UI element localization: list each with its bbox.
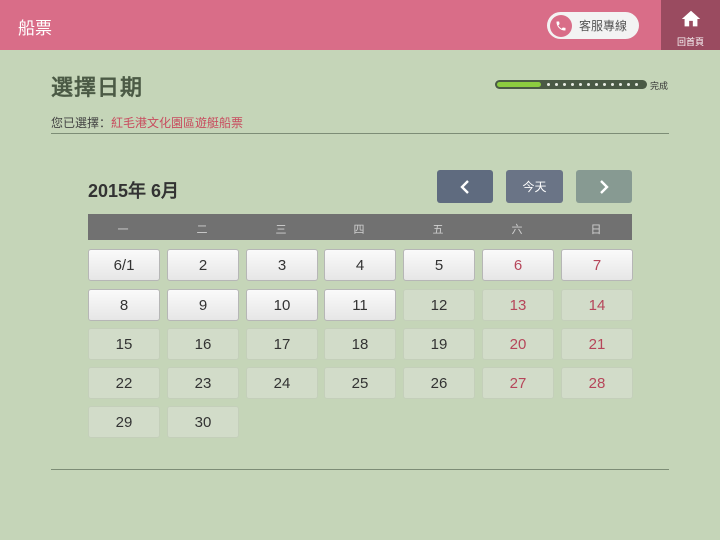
calendar-day[interactable]: 2 (167, 249, 239, 281)
progress-dot (619, 83, 622, 86)
progress-dot (595, 83, 598, 86)
calendar-day: 24 (246, 367, 318, 399)
calendar-day: 16 (167, 328, 239, 360)
progress-bar (495, 80, 647, 89)
calendar-day: 18 (324, 328, 396, 360)
calendar-day: 22 (88, 367, 160, 399)
page-title: 選擇日期 (51, 75, 144, 100)
phone-icon (550, 14, 572, 37)
calendar-day: 30 (167, 406, 239, 438)
month-label: 2015年 6月 (88, 181, 180, 201)
progress-dot (579, 83, 582, 86)
calendar-day: 27 (482, 367, 554, 399)
calendar-day[interactable]: 6/1 (88, 249, 160, 281)
weekday-header: 一二三四五六日 (88, 214, 632, 240)
home-icon (681, 10, 701, 27)
calendar-day: 25 (324, 367, 396, 399)
calendar-day: 12 (403, 289, 475, 321)
calendar-day: 15 (88, 328, 160, 360)
weekday-label: 一 (117, 224, 129, 236)
weekday-label: 五 (432, 224, 444, 236)
progress-dot (563, 83, 566, 86)
progress-dot (571, 83, 574, 86)
calendar-day[interactable]: 7 (561, 249, 633, 281)
calendar-day: 13 (482, 289, 554, 321)
progress-dot (587, 83, 590, 86)
top-bar: 船票 客服專線 回首頁 (0, 0, 720, 50)
calendar-day[interactable]: 9 (167, 289, 239, 321)
progress-dot (603, 83, 606, 86)
selected-ticket: 紅毛港文化園區遊艇船票 (111, 116, 244, 130)
home-label: 回首頁 (676, 37, 704, 47)
calendar-day: 28 (561, 367, 633, 399)
chevron-right-icon (600, 179, 609, 194)
calendar-day[interactable]: 8 (88, 289, 160, 321)
calendar-day[interactable]: 6 (482, 249, 554, 281)
calendar-day[interactable]: 4 (324, 249, 396, 281)
progress-dot (635, 83, 638, 86)
progress-label: 完成 (650, 81, 669, 91)
customer-service-label: 客服專線 (579, 19, 628, 33)
next-month-button[interactable] (576, 170, 632, 203)
progress-dot (547, 83, 550, 86)
progress-fill (497, 82, 541, 87)
progress-dot (627, 83, 630, 86)
weekday-label: 四 (353, 224, 365, 236)
today-button[interactable]: 今天 (506, 170, 563, 203)
calendar-day[interactable]: 3 (246, 249, 318, 281)
progress-dot (611, 83, 614, 86)
progress-dot (555, 83, 558, 86)
weekday-label: 六 (511, 224, 523, 236)
weekday-label: 三 (275, 224, 287, 236)
calendar-day: 26 (403, 367, 475, 399)
calendar-day[interactable]: 10 (246, 289, 318, 321)
selection-prefix: 您已選擇： (51, 116, 112, 130)
app-title: 船票 (18, 19, 52, 38)
prev-month-button[interactable] (437, 170, 493, 203)
calendar-day: 23 (167, 367, 239, 399)
calendar-day[interactable]: 5 (403, 249, 475, 281)
home-button[interactable]: 回首頁 (661, 0, 720, 50)
selection-summary: 您已選擇：紅毛港文化園區遊艇船票 (51, 114, 243, 131)
calendar-day[interactable]: 11 (324, 289, 396, 321)
calendar-day: 21 (561, 328, 633, 360)
calendar-day: 19 (403, 328, 475, 360)
calendar-day: 14 (561, 289, 633, 321)
customer-service-button[interactable]: 客服專線 (547, 12, 639, 39)
weekday-label: 二 (196, 224, 208, 236)
calendar-day: 20 (482, 328, 554, 360)
calendar-day: 17 (246, 328, 318, 360)
divider (51, 469, 669, 470)
chevron-left-icon (460, 179, 469, 194)
divider (51, 133, 669, 134)
weekday-label: 日 (590, 224, 602, 236)
calendar-day: 29 (88, 406, 160, 438)
